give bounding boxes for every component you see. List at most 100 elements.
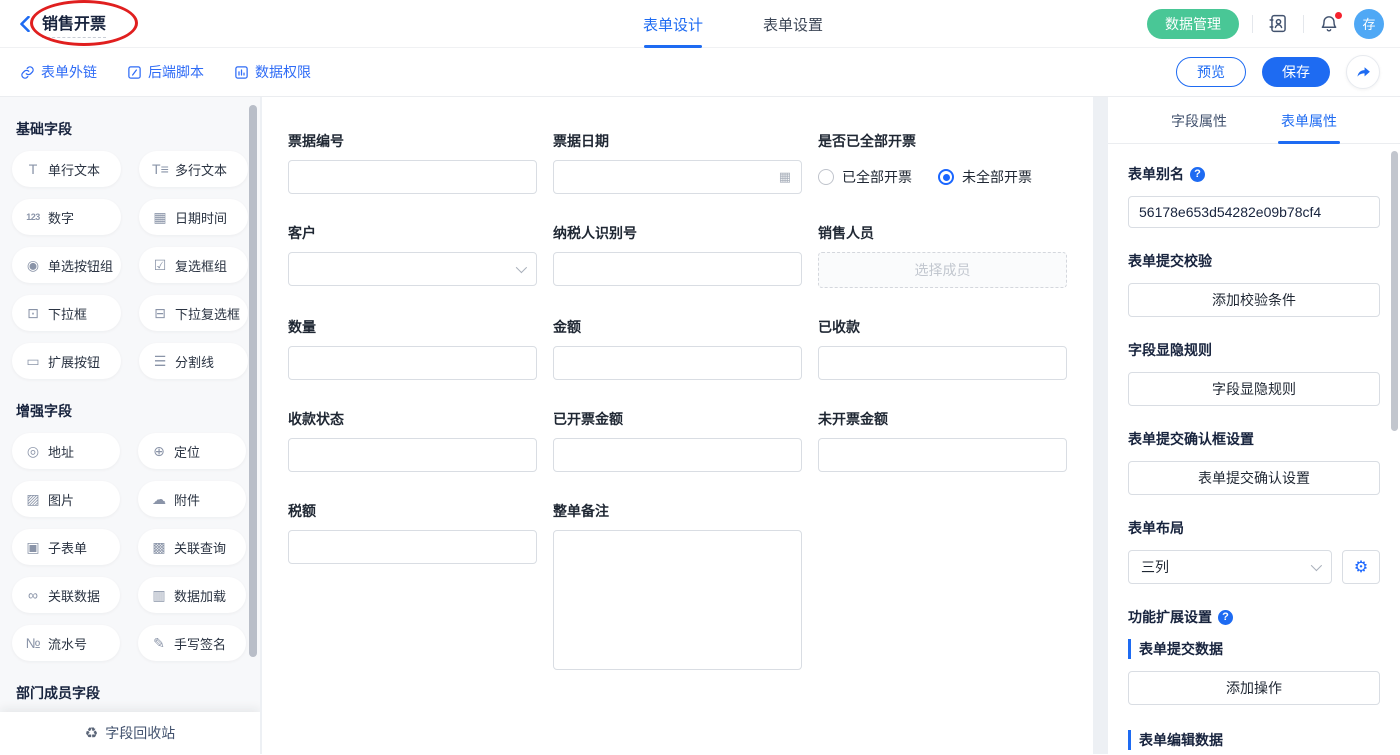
field-type-signature[interactable]: ✎手写签名 [138,625,246,661]
form-field-taxpayer-id[interactable]: 纳税人识别号 [553,223,802,288]
form-field-salesperson[interactable]: 销售人员 选择成员 [818,223,1067,288]
section-title-basic: 基础字段 [16,119,246,139]
text-input[interactable] [288,160,537,194]
text-input[interactable] [818,346,1067,380]
form-field-customer[interactable]: 客户 [288,223,537,288]
sidebar-scrollbar[interactable] [249,105,257,657]
field-type-single-line-text[interactable]: T单行文本 [12,151,121,187]
form-alias-input[interactable] [1128,196,1380,228]
member-select-input[interactable]: 选择成员 [818,252,1067,288]
address-book-icon[interactable] [1266,12,1290,36]
submit-confirm-button[interactable]: 表单提交确认设置 [1128,461,1380,495]
field-label: 税额 [288,501,537,521]
text-input[interactable] [553,346,802,380]
linked-data-icon: ∞ [25,588,41,602]
form-field-quantity[interactable]: 数量 [288,317,537,380]
submit-data-add-button[interactable]: 添加操作 [1128,671,1380,705]
radio-checked-icon[interactable] [938,169,954,185]
select-input[interactable] [288,252,537,286]
field-type-multi-line-text[interactable]: T≡多行文本 [139,151,248,187]
main-area: 基础字段 T单行文本 T≡多行文本 123数字 ▦日期时间 ◉单选按钮组 ☑复选… [0,97,1400,754]
field-type-checkbox-group[interactable]: ☑复选框组 [139,247,248,283]
field-visibility-button[interactable]: 字段显隐规则 [1128,372,1380,406]
basic-field-grid: T单行文本 T≡多行文本 123数字 ▦日期时间 ◉单选按钮组 ☑复选框组 ⊡下… [12,151,246,379]
form-field-amount[interactable]: 金额 [553,317,802,380]
help-icon[interactable]: ? [1190,167,1205,182]
share-button[interactable] [1346,55,1380,89]
date-input[interactable]: ▦ [553,160,802,194]
field-type-subform[interactable]: ▣子表单 [12,529,120,565]
field-type-image[interactable]: ▨图片 [12,481,120,517]
field-sidebar: 基础字段 T单行文本 T≡多行文本 123数字 ▦日期时间 ◉单选按钮组 ☑复选… [0,97,260,754]
field-label: 票据编号 [288,131,537,151]
field-type-data-load[interactable]: ▥数据加载 [138,577,246,613]
form-field-invoiced-amount[interactable]: 已开票金额 [553,409,802,472]
tab-field-properties[interactable]: 字段属性 [1171,97,1227,144]
data-permission-item[interactable]: 数据权限 [234,62,311,82]
preview-button[interactable]: 预览 [1176,57,1246,87]
field-label: 客户 [288,223,537,243]
field-recycle-bin[interactable]: ♻ 字段回收站 [0,712,260,754]
external-link-item[interactable]: 表单外链 [20,62,97,82]
text-input[interactable] [818,438,1067,472]
form-field-tax[interactable]: 税额 [288,501,537,670]
data-manage-button[interactable]: 数据管理 [1147,9,1239,39]
field-type-serial-number[interactable]: №流水号 [12,625,120,661]
text-input[interactable] [288,438,537,472]
field-type-divider[interactable]: ☰分割线 [139,343,248,379]
recycle-icon: ♻ [85,724,98,742]
toolbar-links: 表单外链 后端脚本 数据权限 [20,62,311,82]
field-type-datetime[interactable]: ▦日期时间 [139,199,248,235]
add-validation-button[interactable]: 添加校验条件 [1128,283,1380,317]
tab-form-settings[interactable]: 表单设置 [763,0,823,48]
form-field-uninvoiced-amount[interactable]: 未开票金额 [818,409,1067,472]
tab-form-design[interactable]: 表单设计 [643,0,703,48]
panel-tabs: 字段属性 表单属性 [1108,97,1400,144]
radio-option-no[interactable]: 未全部开票 [938,167,1032,187]
field-type-attachment[interactable]: ☁附件 [138,481,246,517]
layout-settings-button[interactable]: ⚙ [1342,550,1380,584]
radio-unchecked-icon[interactable] [818,169,834,185]
help-icon[interactable]: ? [1218,610,1233,625]
gear-icon: ⚙ [1354,557,1368,577]
form-field-fully-invoiced[interactable]: 是否已全部开票 已全部开票 未全部开票 [818,131,1067,194]
backend-script-item[interactable]: 后端脚本 [127,62,204,82]
header-tabs: 表单设计 表单设置 [643,0,823,48]
field-label: 是否已全部开票 [818,131,1067,151]
field-type-multi-dropdown[interactable]: ⊟下拉复选框 [139,295,248,331]
avatar[interactable]: 存 [1354,9,1384,39]
text-input[interactable] [553,252,802,286]
field-type-radio-group[interactable]: ◉单选按钮组 [12,247,121,283]
field-type-location[interactable]: ⊕定位 [138,433,246,469]
form-field-bill-number[interactable]: 票据编号 [288,131,537,194]
form-field-bill-date[interactable]: 票据日期 ▦ [553,131,802,194]
back-icon[interactable] [16,15,34,33]
field-type-linked-query[interactable]: ▩关联查询 [138,529,246,565]
tab-form-properties[interactable]: 表单属性 [1281,97,1337,144]
radio-group: 已全部开票 未全部开票 [818,160,1067,194]
field-type-extend-button[interactable]: ▭扩展按钮 [12,343,121,379]
layout-select-value: 三列 [1141,557,1169,577]
recycle-label: 字段回收站 [105,723,175,743]
field-type-address[interactable]: ◎地址 [12,433,120,469]
field-type-dropdown[interactable]: ⊡下拉框 [12,295,121,331]
field-label: 票据日期 [553,131,802,151]
field-type-number[interactable]: 123数字 [12,199,121,235]
divider-icon: ☰ [152,354,168,368]
field-type-linked-data[interactable]: ∞关联数据 [12,577,120,613]
notification-bell-icon[interactable] [1317,12,1341,36]
form-field-received[interactable]: 已收款 [818,317,1067,380]
save-button[interactable]: 保存 [1262,57,1330,87]
textarea-input[interactable] [553,530,802,670]
backend-script-label: 后端脚本 [148,62,204,82]
text-input[interactable] [553,438,802,472]
form-field-order-remark[interactable]: 整单备注 [553,501,802,670]
panel-scrollbar[interactable] [1391,151,1398,431]
multi-dropdown-icon: ⊟ [152,306,168,320]
radio-option-yes[interactable]: 已全部开票 [818,167,912,187]
field-label: 数量 [288,317,537,337]
text-input[interactable] [288,530,537,564]
layout-select[interactable]: 三列 [1128,550,1332,584]
text-input[interactable] [288,346,537,380]
form-field-payment-status[interactable]: 收款状态 [288,409,537,472]
